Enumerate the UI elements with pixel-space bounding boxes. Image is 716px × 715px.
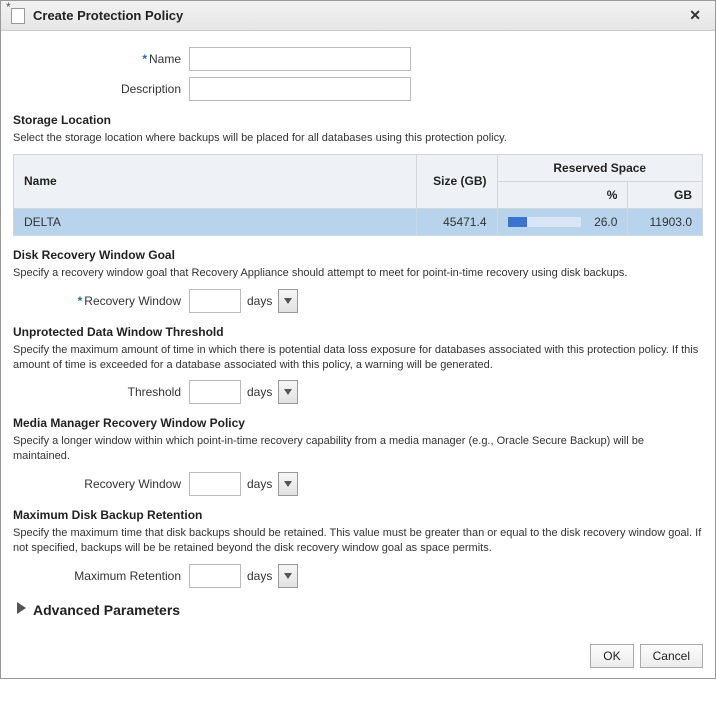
- col-gb[interactable]: GB: [628, 181, 703, 208]
- cancel-button[interactable]: Cancel: [640, 644, 703, 668]
- cell-gb: 11903.0: [628, 208, 703, 235]
- storage-location-heading: Storage Location: [13, 113, 703, 127]
- disk-window-row: *Recovery Window days: [13, 289, 703, 313]
- disk-window-unit-dropdown[interactable]: [278, 289, 298, 313]
- create-protection-policy-dialog: Create Protection Policy ✕ *Name Descrip…: [0, 0, 716, 679]
- advanced-parameters-label: Advanced Parameters: [33, 602, 180, 618]
- retention-label: Maximum Retention: [13, 569, 189, 583]
- retention-input[interactable]: [189, 564, 241, 588]
- ok-button[interactable]: OK: [590, 644, 633, 668]
- media-unit-dropdown[interactable]: [278, 472, 298, 496]
- disk-window-label: *Recovery Window: [13, 294, 189, 308]
- unprotected-input[interactable]: [189, 380, 241, 404]
- titlebar: Create Protection Policy ✕: [1, 1, 715, 31]
- dialog-title: Create Protection Policy: [33, 8, 685, 23]
- disk-window-desc: Specify a recovery window goal that Reco…: [13, 266, 703, 281]
- col-name[interactable]: Name: [14, 154, 417, 208]
- name-row: *Name: [13, 47, 703, 71]
- name-label: *Name: [13, 52, 189, 66]
- retention-unit-dropdown[interactable]: [278, 564, 298, 588]
- chevron-down-icon: [284, 298, 292, 304]
- retention-desc: Specify the maximum time that disk backu…: [13, 526, 703, 556]
- cell-name: DELTA: [14, 208, 417, 235]
- expand-icon: [17, 602, 27, 617]
- cell-size: 45471.4: [416, 208, 497, 235]
- unprotected-heading: Unprotected Data Window Threshold: [13, 325, 703, 339]
- disk-window-heading: Disk Recovery Window Goal: [13, 248, 703, 262]
- cell-pct: 26.0: [497, 208, 628, 235]
- media-heading: Media Manager Recovery Window Policy: [13, 416, 703, 430]
- description-input[interactable]: [189, 77, 411, 101]
- storage-location-desc: Select the storage location where backup…: [13, 131, 703, 146]
- media-row: Recovery Window days: [13, 472, 703, 496]
- disk-window-input[interactable]: [189, 289, 241, 313]
- close-icon[interactable]: ✕: [685, 7, 705, 24]
- name-input[interactable]: [189, 47, 411, 71]
- description-row: Description: [13, 77, 703, 101]
- media-label: Recovery Window: [13, 477, 189, 491]
- retention-row: Maximum Retention days: [13, 564, 703, 588]
- chevron-down-icon: [284, 573, 292, 579]
- unprotected-label: Threshold: [13, 385, 189, 399]
- dialog-content: *Name Description Storage Location Selec…: [1, 31, 715, 634]
- unprotected-unit-dropdown[interactable]: [278, 380, 298, 404]
- description-label: Description: [13, 82, 189, 96]
- disk-window-unit: days: [241, 294, 278, 308]
- retention-heading: Maximum Disk Backup Retention: [13, 508, 703, 522]
- col-size[interactable]: Size (GB): [416, 154, 497, 208]
- col-reserved-group: Reserved Space: [497, 154, 703, 181]
- media-input[interactable]: [189, 472, 241, 496]
- chevron-down-icon: [284, 389, 292, 395]
- document-icon: [11, 8, 25, 24]
- unprotected-desc: Specify the maximum amount of time in wh…: [13, 343, 703, 373]
- dialog-footer: OK Cancel: [1, 634, 715, 678]
- col-pct[interactable]: %: [497, 181, 628, 208]
- retention-unit: days: [241, 569, 278, 583]
- advanced-parameters-toggle[interactable]: Advanced Parameters: [17, 602, 703, 618]
- chevron-down-icon: [284, 481, 292, 487]
- unprotected-unit: days: [241, 385, 278, 399]
- media-desc: Specify a longer window within which poi…: [13, 434, 703, 464]
- storage-table: Name Size (GB) Reserved Space % GB DELTA…: [13, 154, 703, 236]
- unprotected-row: Threshold days: [13, 380, 703, 404]
- table-row[interactable]: DELTA45471.426.011903.0: [14, 208, 703, 235]
- media-unit: days: [241, 477, 278, 491]
